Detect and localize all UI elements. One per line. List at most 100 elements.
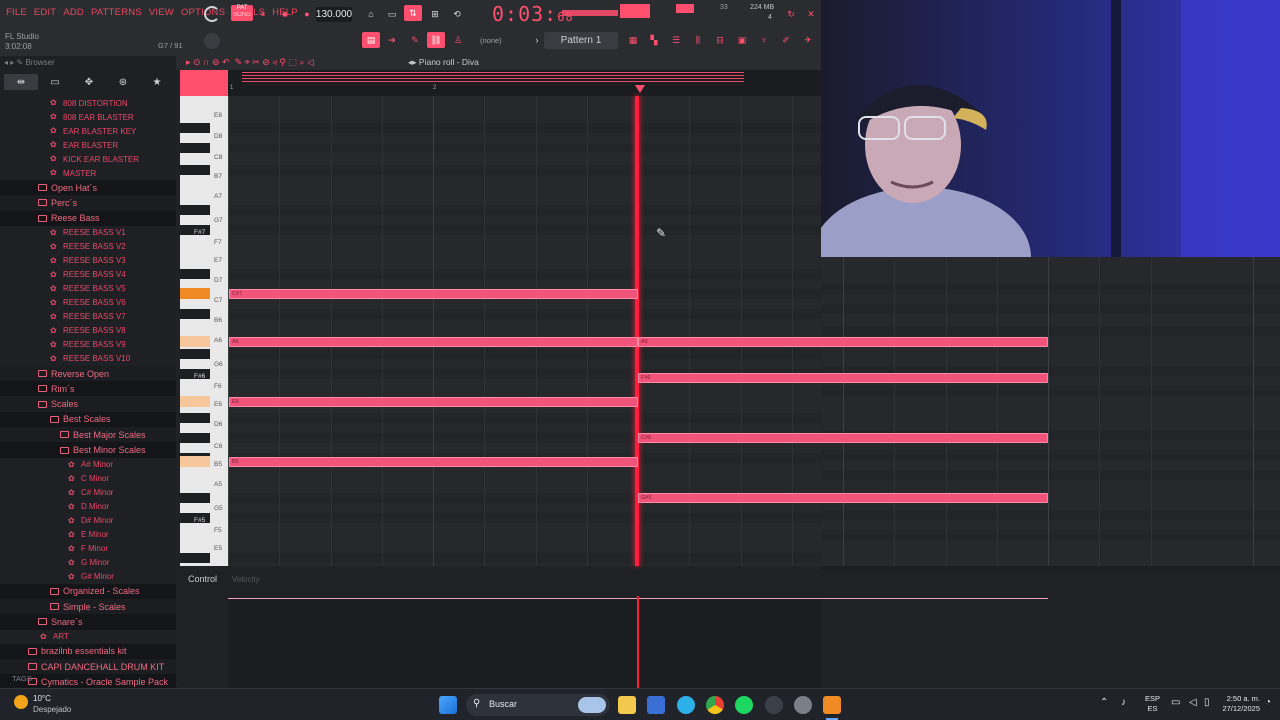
weather-icon[interactable] <box>14 695 28 709</box>
browser-tab-files[interactable]: ▭ <box>38 74 72 90</box>
note[interactable]: C#7 <box>229 289 638 299</box>
browser-item[interactable]: ✿ EAR BLASTER KEY <box>0 124 176 138</box>
plugin-picker-icon[interactable]: ⊟ <box>711 32 729 48</box>
edge-icon[interactable] <box>677 696 695 714</box>
control-label[interactable]: Control <box>188 574 217 584</box>
piano-keys[interactable]: E8 D8 C8 B7 A7 G7 F#7 F7 E7 D7 C7 B6 A6 G6 F#6 F6 E6 D6 C6… <box>180 96 228 566</box>
event-editor-extension[interactable] <box>821 570 1280 688</box>
browser-item[interactable]: ✿ E Minor <box>0 528 176 542</box>
browser-tab-starred[interactable]: ★ <box>140 74 174 90</box>
browser-item[interactable]: ✿ A# Minor <box>0 458 176 472</box>
battery-icon[interactable]: ▯ <box>1204 697 1210 708</box>
language-indicator[interactable]: ESP ES <box>1145 694 1160 714</box>
browser-tags[interactable]: TAGS <box>0 672 176 686</box>
stamp-icon[interactable]: ♙ <box>449 32 467 48</box>
browser-item[interactable]: ✿ D Minor <box>0 500 176 514</box>
loop-record-icon[interactable]: ⟲ <box>448 6 466 22</box>
browser-tab-plugins[interactable]: ✥ <box>72 74 106 90</box>
note[interactable]: G#5 <box>638 493 1048 503</box>
black-key[interactable] <box>180 433 210 443</box>
tempo-display[interactable]: 130.000 <box>316 7 352 22</box>
step-edit-icon[interactable]: ⊞ <box>426 6 444 22</box>
close-icon[interactable]: ✕ <box>802 6 820 22</box>
timeline[interactable]: 1 2 <box>180 70 821 96</box>
event-editor[interactable]: Control Velocity <box>180 570 821 688</box>
master-pitch-knob[interactable] <box>204 33 220 49</box>
wait-icon[interactable]: ▭ <box>383 6 401 22</box>
settings-icon[interactable] <box>794 696 812 714</box>
browser-item[interactable]: ✿ G# Minor <box>0 570 176 584</box>
pat-song-toggle[interactable]: PAT SONG <box>231 5 253 21</box>
browser-item[interactable]: ✿ C# Minor <box>0 486 176 500</box>
stop-button[interactable]: ■ <box>276 6 294 22</box>
browser-item[interactable]: ✿ REESE BASS V8 <box>0 324 176 338</box>
note[interactable]: B5 <box>229 457 638 467</box>
search-box[interactable]: ⚲ Buscar <box>466 694 610 716</box>
play-button[interactable]: ⏸ <box>254 6 272 22</box>
tool-icon[interactable]: ✐ <box>777 32 795 48</box>
black-key[interactable] <box>180 553 210 563</box>
browser-item[interactable]: ✿ EAR BLASTER <box>0 138 176 152</box>
pattern-selector[interactable]: Pattern 1 <box>544 32 618 49</box>
browser-folder[interactable]: Best Major Scales <box>0 427 176 443</box>
countdown-icon[interactable]: ⇅ <box>404 5 422 21</box>
tray-chevron-icon[interactable]: ⌃ <box>1100 697 1108 708</box>
arrow-icon[interactable]: ➔ <box>383 32 401 48</box>
note[interactable]: F#6 <box>638 373 1048 383</box>
menu-file[interactable]: FILE <box>6 7 27 18</box>
browser-item[interactable]: ✿ KICK EAR BLASTER <box>0 152 176 166</box>
browser-folder[interactable]: Rim´s <box>0 381 176 397</box>
plugin-icon[interactable]: ♆ <box>755 32 773 48</box>
browser-icon[interactable]: ▣ <box>733 32 751 48</box>
black-key[interactable] <box>180 309 210 319</box>
overview-strip[interactable] <box>242 72 744 82</box>
black-key[interactable] <box>180 349 210 359</box>
spotify-icon[interactable] <box>735 696 753 714</box>
browser-tab-database[interactable]: ⊛ <box>106 74 140 90</box>
browser-item[interactable]: ✿ G Minor <box>0 556 176 570</box>
browser-item[interactable]: ✿ REESE BASS V4 <box>0 268 176 282</box>
browser-item[interactable]: ✿ F Minor <box>0 542 176 556</box>
note[interactable]: E6 <box>229 397 638 407</box>
mixer-icon[interactable]: ⫼ <box>689 32 707 48</box>
black-key[interactable] <box>180 205 210 215</box>
black-key[interactable] <box>180 143 210 153</box>
velocity-lane[interactable] <box>228 598 821 688</box>
browser-item[interactable]: ✿ MASTER <box>0 166 176 180</box>
piano-roll-icon[interactable]: ▚ <box>645 32 663 48</box>
note-grid-extension[interactable] <box>821 257 1280 566</box>
browser-item[interactable]: ✿ REESE BASS V9 <box>0 338 176 352</box>
app-icon[interactable] <box>765 696 783 714</box>
menu-edit[interactable]: EDIT <box>34 7 56 18</box>
clock[interactable]: 2:50 a. m. 27/12/2025 <box>1214 694 1260 714</box>
metronome-icon[interactable]: ⌂ <box>362 6 380 22</box>
network-icon[interactable]: ▭ <box>1171 697 1180 708</box>
piano-roll-tools-icon[interactable]: ▸ ⊙ ∩ ⊚ ↶ ✎ ⌖ ✂ ⊘ ◃ ⚲ ⬚ ⌕ ◁ <box>186 57 314 68</box>
browser-item[interactable]: ✿ REESE BASS V5 <box>0 282 176 296</box>
browser-item[interactable]: ✿ 808 EAR BLASTER <box>0 110 176 124</box>
volume-icon[interactable]: ◁ <box>1189 697 1197 708</box>
playlist-icon[interactable]: ▦ <box>624 32 642 48</box>
black-key[interactable] <box>180 165 210 175</box>
browser-folder[interactable]: Best Minor Scales <box>0 442 176 458</box>
browser-folder[interactable]: Best Scales <box>0 411 176 428</box>
mic-icon[interactable]: ♪ <box>1121 697 1126 708</box>
snap-corner[interactable] <box>180 70 228 96</box>
note[interactable]: A6 <box>638 337 1048 347</box>
browser-item[interactable]: ✿ D# Minor <box>0 514 176 528</box>
browser-folder[interactable]: Reverse Open <box>0 365 176 382</box>
browser-folder[interactable]: Snare´s <box>0 614 176 630</box>
browser-folder[interactable]: Reese Bass <box>0 210 176 226</box>
refresh-icon[interactable]: ↻ <box>782 6 800 22</box>
browser-item[interactable]: ✿ REESE BASS V3 <box>0 254 176 268</box>
browser-item[interactable]: ✿ ART <box>0 630 176 644</box>
browser-item[interactable]: ✿ 808 DISTORTION <box>0 96 176 110</box>
menu-patterns[interactable]: PATTERNS <box>91 7 142 18</box>
fl-studio-icon[interactable] <box>823 696 841 714</box>
store-icon[interactable] <box>647 696 665 714</box>
none-label[interactable]: (none) <box>480 36 502 45</box>
browser-item[interactable]: ✿ REESE BASS V1 <box>0 226 176 240</box>
notification-icon[interactable]: ◔ <box>1265 697 1271 708</box>
menu-add[interactable]: ADD <box>63 7 84 18</box>
channel-rack-icon[interactable]: ☰ <box>667 32 685 48</box>
